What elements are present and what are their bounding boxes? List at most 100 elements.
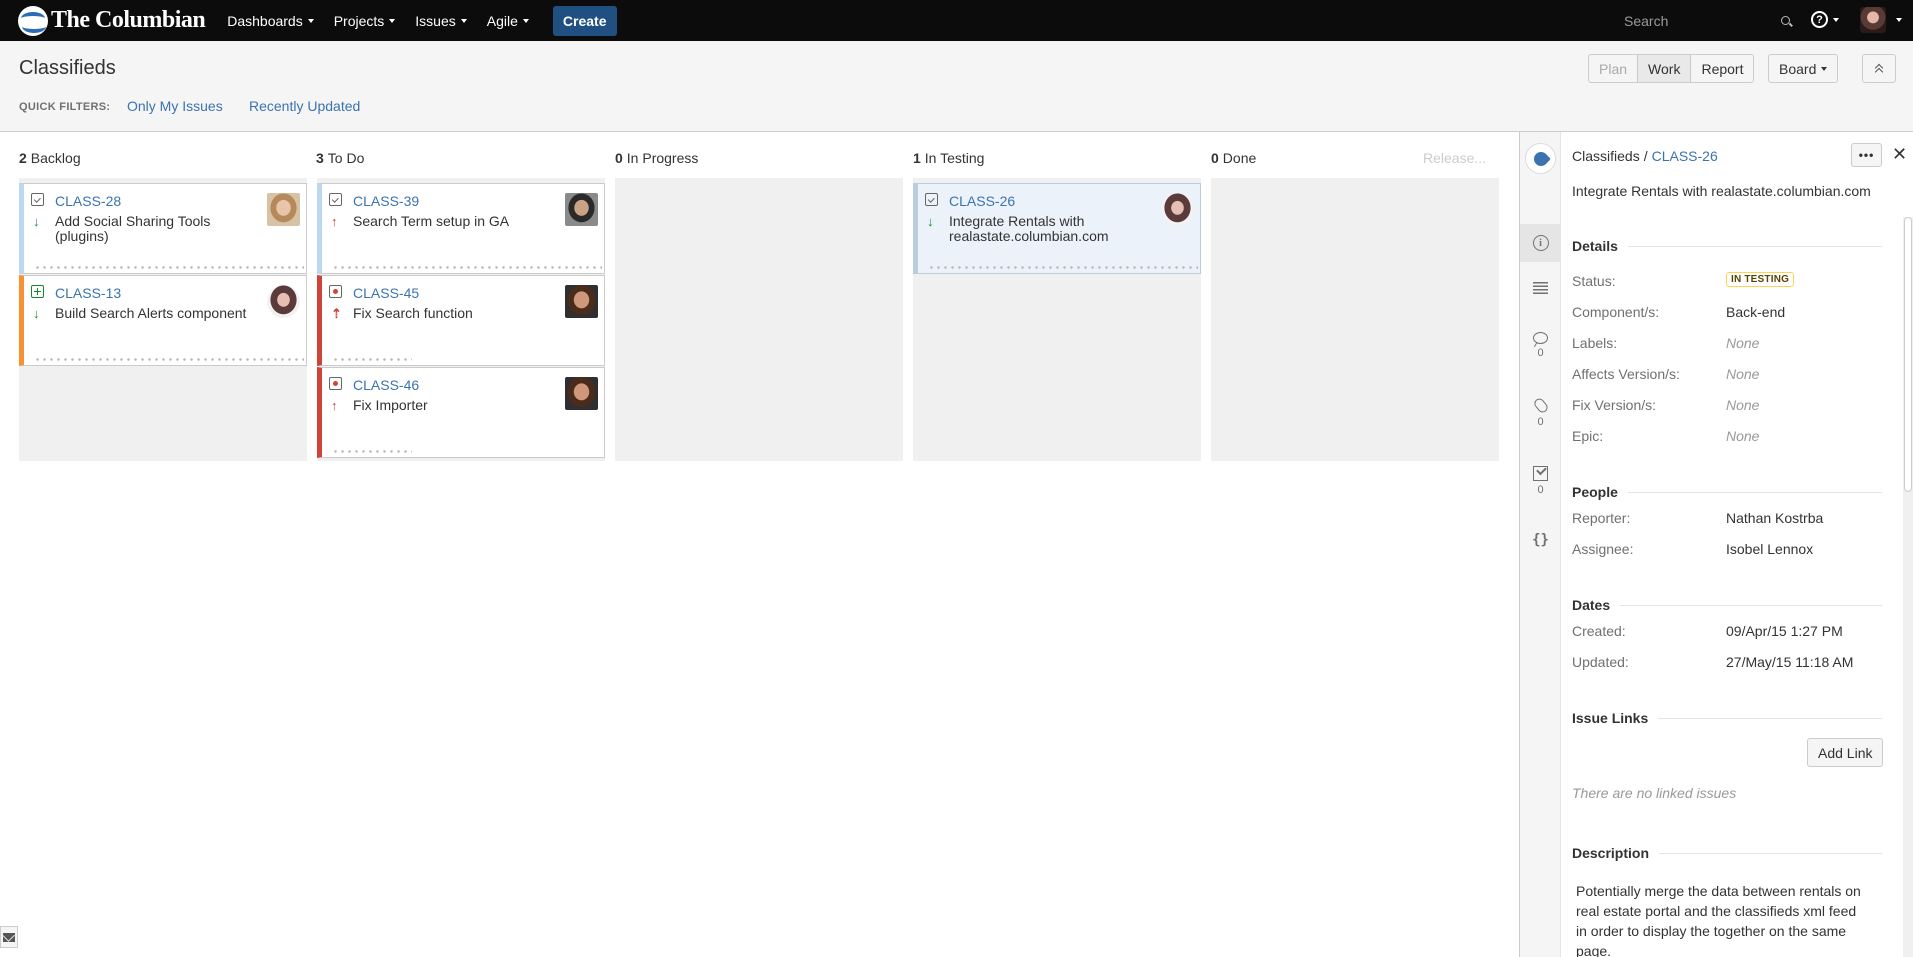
rail-comments[interactable]: 0 [1520, 332, 1561, 359]
board-mode-switcher: Plan Work Report [1588, 54, 1755, 83]
issue-card-class-39[interactable]: CLASS-39 ↑ Search Term setup in GA [317, 183, 605, 274]
help-menu[interactable]: ? [1811, 11, 1839, 28]
quick-filter-only-my-issues[interactable]: Only My Issues [127, 98, 223, 114]
breadcrumb-separator: / [1643, 148, 1648, 164]
labels-label: Labels: [1572, 335, 1618, 351]
scrollbar-thumb[interactable] [1904, 217, 1912, 492]
issue-key-link[interactable]: CLASS-39 [353, 193, 419, 209]
info-icon: i [1532, 235, 1549, 251]
reporter-value[interactable]: Nathan Kostrba [1726, 510, 1823, 526]
breadcrumb-issue-key[interactable]: CLASS-26 [1652, 148, 1718, 164]
brand-name: The Columbian [51, 7, 206, 33]
more-actions-button[interactable]: ••• [1851, 143, 1882, 167]
column-header-done: 0 Done [1211, 150, 1256, 166]
work-mode-button[interactable]: Work [1638, 55, 1692, 82]
detail-scrollbar[interactable] [1903, 217, 1913, 957]
created-value: 09/Apr/15 1:27 PM [1726, 623, 1843, 639]
affects-version-label: Affects Version/s: [1572, 366, 1680, 382]
rail-attachments[interactable]: 0 [1520, 396, 1561, 428]
breadcrumb-project[interactable]: Classifieds [1572, 148, 1640, 164]
detail-nav-rail: i 0 0 0 {} [1520, 132, 1561, 957]
chevron-down-icon [307, 18, 314, 23]
component-value[interactable]: Back-end [1726, 304, 1785, 320]
epic-value[interactable]: None [1726, 428, 1759, 444]
collapse-header-button[interactable] [1862, 54, 1896, 83]
issue-card-class-45[interactable]: CLASS-45 ⇡ Fix Search function [317, 275, 605, 366]
search-input[interactable] [1624, 13, 1764, 29]
create-button[interactable]: Create [552, 5, 617, 36]
chevron-down-icon [460, 18, 467, 23]
days-in-column-dots [332, 450, 412, 453]
issue-card-class-46[interactable]: CLASS-46 ↑ Fix Importer [317, 367, 605, 458]
labels-value[interactable]: None [1726, 335, 1759, 351]
rocket-icon [1530, 148, 1551, 169]
report-mode-button[interactable]: Report [1691, 55, 1753, 82]
menu-agile[interactable]: Agile [487, 13, 529, 29]
rail-details[interactable]: i [1520, 224, 1561, 262]
section-label: People [1572, 484, 1618, 500]
section-label: Details [1572, 238, 1618, 254]
column-name: Done [1222, 150, 1257, 166]
plan-mode-button[interactable]: Plan [1589, 55, 1639, 82]
menu-label: Dashboards [227, 12, 303, 29]
created-label: Created: [1572, 623, 1626, 639]
issue-key-link[interactable]: CLASS-45 [353, 285, 419, 301]
low-priority-icon: ↓ [33, 306, 40, 321]
details-section-title: Details [1572, 238, 1882, 254]
issue-key-link[interactable]: CLASS-13 [55, 285, 121, 301]
updated-value: 27/May/15 11:18 AM [1726, 654, 1854, 670]
close-icon[interactable]: ✕ [1892, 145, 1907, 163]
issue-key-link[interactable]: CLASS-46 [353, 377, 419, 393]
release-link[interactable]: Release... [1423, 150, 1486, 166]
assignee-value[interactable]: Isobel Lennox [1726, 541, 1813, 557]
column-count: 3 [316, 150, 324, 166]
section-label: Issue Links [1572, 710, 1649, 726]
user-avatar[interactable] [1860, 7, 1886, 33]
high-priority-icon: ↑ [331, 398, 338, 413]
column-in-progress [615, 178, 903, 461]
feedback-mail-button[interactable] [0, 926, 18, 948]
quick-filter-recently-updated[interactable]: Recently Updated [249, 98, 360, 114]
days-in-column-dots [928, 266, 1198, 269]
issue-summary: Fix Search function [353, 305, 473, 321]
agile-rocket-icon [1525, 143, 1556, 174]
issue-key-link[interactable]: CLASS-28 [55, 193, 121, 209]
quick-filters-label: QUICK FILTERS: [19, 101, 111, 113]
menu-dashboards[interactable]: Dashboards [227, 13, 314, 29]
issue-key-link[interactable]: CLASS-26 [949, 193, 1015, 209]
menu-projects[interactable]: Projects [334, 13, 396, 29]
column-count: 2 [19, 150, 27, 166]
rail-subtasks[interactable]: 0 [1520, 466, 1561, 496]
blocker-priority-icon: ⇡ [331, 306, 342, 321]
days-in-column-dots [34, 266, 304, 269]
people-section-title: People [1572, 484, 1882, 500]
fix-version-value[interactable]: None [1726, 397, 1759, 413]
description-text[interactable]: Potentially merge the data between renta… [1576, 881, 1866, 957]
rail-description[interactable] [1520, 282, 1561, 294]
rail-development[interactable]: {} [1520, 532, 1561, 548]
affects-version-value[interactable]: None [1726, 366, 1759, 382]
reporter-label: Reporter: [1572, 510, 1631, 526]
low-priority-icon: ↓ [33, 214, 40, 229]
menu-issues[interactable]: Issues [415, 12, 467, 29]
brand-logo[interactable]: The Columbian [18, 5, 206, 36]
chevron-down-icon[interactable] [1896, 18, 1902, 22]
add-link-button[interactable]: Add Link [1807, 738, 1884, 767]
task-icon [925, 193, 938, 206]
days-in-column-dots [34, 358, 304, 361]
menu-label: Issues [415, 12, 456, 29]
column-done [1211, 178, 1499, 461]
dates-section-title: Dates [1572, 597, 1882, 613]
top-navigation-bar: The Columbian Dashboards Projects Issues… [0, 0, 1913, 41]
chevron-down-icon [1833, 17, 1839, 22]
menu-label: Projects [333, 12, 385, 29]
issue-summary-heading[interactable]: Integrate Rentals with realastate.columb… [1572, 183, 1871, 199]
board-menu-button[interactable]: Board [1768, 54, 1839, 83]
comment-count: 0 [1537, 347, 1544, 359]
issue-card-class-26[interactable]: CLASS-26 ↓ Integrate Rentals with realas… [913, 183, 1201, 274]
search-icon[interactable] [1780, 15, 1790, 27]
fix-version-label: Fix Version/s: [1572, 397, 1657, 413]
issue-summary: Add Social Sharing Tools (plugins) [55, 213, 211, 244]
issue-card-class-13[interactable]: CLASS-13 ↓ Build Search Alerts component [19, 275, 307, 366]
issue-card-class-28[interactable]: CLASS-28 ↓ Add Social Sharing Tools (plu… [19, 183, 307, 274]
